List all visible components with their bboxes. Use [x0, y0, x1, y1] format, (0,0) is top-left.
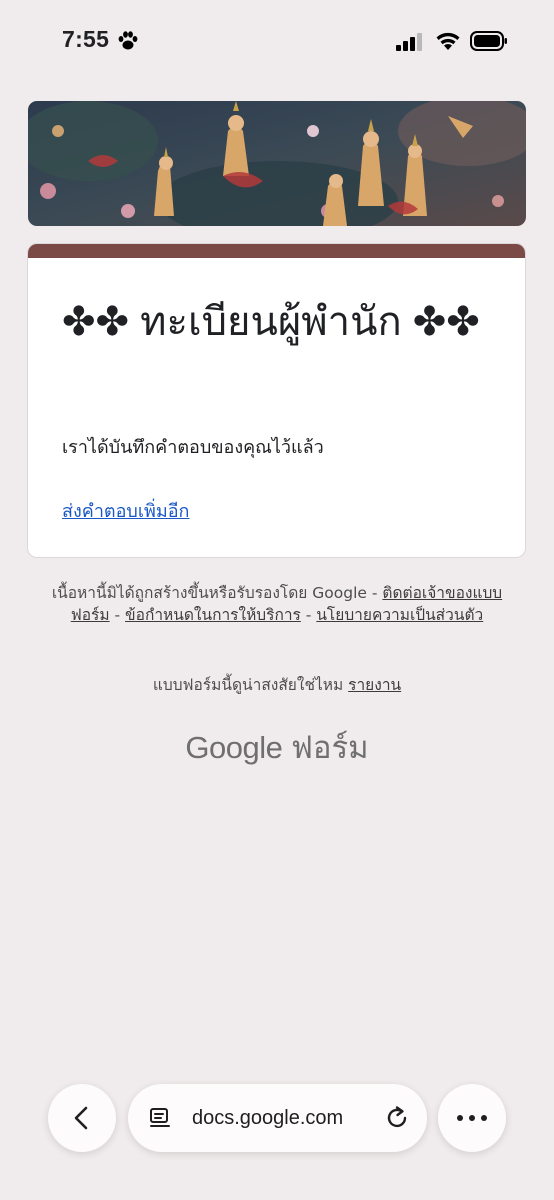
separator: -: [300, 606, 317, 624]
brand-google: Google: [185, 730, 283, 765]
abuse-notice: แบบฟอร์มนี้ดูน่าสงสัยใช่ไหม รายงาน: [0, 672, 554, 697]
submit-another-response-link[interactable]: ส่งคำตอบเพิ่มอีก: [62, 496, 189, 525]
back-button[interactable]: [48, 1084, 116, 1152]
status-bar: 7:55: [0, 0, 554, 84]
separator: -: [109, 606, 126, 624]
page-settings-icon: [150, 1108, 170, 1127]
battery-icon: [470, 31, 507, 51]
form-header-image: [28, 101, 526, 226]
footer-disclaimer: เนื้อหานี้มิได้ถูกสร้างขึ้นหรือรับรองโดย…: [40, 582, 514, 626]
reload-icon[interactable]: [384, 1105, 410, 1131]
wifi-icon: [436, 32, 460, 50]
chevron-left-icon: [74, 1106, 88, 1130]
google-forms-logo[interactable]: Google ฟอร์ม: [0, 722, 554, 772]
thai-mural-banner-image: [28, 101, 526, 226]
cellular-signal-icon: [396, 33, 422, 51]
url-text: docs.google.com: [192, 1107, 344, 1129]
more-dots-icon: [457, 1115, 487, 1121]
disclaimer-text: เนื้อหานี้มิได้ถูกสร้างขึ้นหรือรับรองโดย…: [51, 584, 383, 602]
more-options-button[interactable]: [438, 1084, 506, 1152]
privacy-policy-link[interactable]: นโยบายความเป็นส่วนตัว: [316, 606, 483, 624]
card-accent-bar: [28, 244, 525, 258]
abuse-text: แบบฟอร์มนี้ดูน่าสงสัยใช่ไหม: [152, 676, 349, 694]
confirmation-card: ✤✤ ทะเบียนผู้พำนัก ✤✤ เราได้บันทึกคำตอบข…: [28, 244, 525, 557]
paw-icon: [118, 31, 138, 50]
status-time: 7:55: [62, 26, 110, 52]
confirmation-message: เราได้บันทึกคำตอบของคุณไว้แล้ว: [62, 437, 324, 458]
form-title: ✤✤ ทะเบียนผู้พำนัก ✤✤: [62, 300, 480, 344]
report-abuse-link[interactable]: รายงาน: [348, 676, 401, 694]
terms-of-service-link[interactable]: ข้อกำหนดในการให้บริการ: [125, 606, 301, 624]
brand-forms: ฟอร์ม: [290, 730, 369, 765]
address-bar[interactable]: docs.google.com: [128, 1084, 427, 1152]
